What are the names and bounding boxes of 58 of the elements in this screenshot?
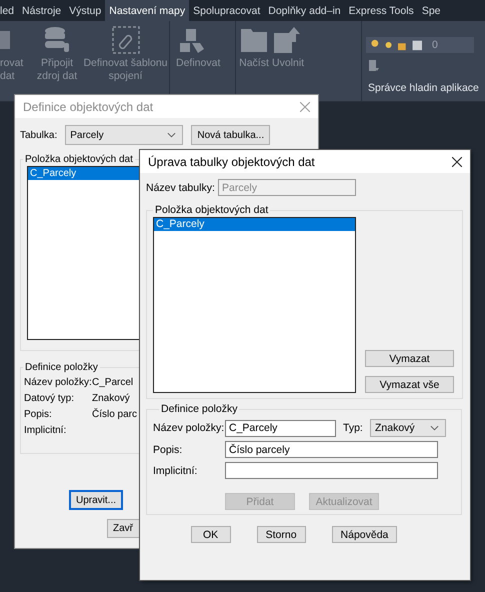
- field-label: Název položky:: [24, 377, 92, 388]
- dialog-title: Definice objektových dat: [23, 98, 154, 114]
- type-dropdown[interactable]: Znakový: [370, 419, 446, 437]
- ribbon-tab[interactable]: Nastavení mapy: [105, 0, 190, 21]
- ribbon-button-label: rovat: [0, 57, 24, 70]
- group-title: Definice položky: [24, 362, 99, 373]
- panel-title: Správce hladin aplikace: [368, 82, 480, 94]
- field-label: Název položky:: [153, 422, 225, 434]
- dialog-title: Úprava tabulky objektových dat: [148, 154, 315, 170]
- ribbon-button-label: zdroj dat: [36, 70, 78, 83]
- field-label: Tabulka:: [20, 130, 58, 140]
- field-value: Číslo parc: [92, 409, 138, 420]
- delete-button[interactable]: Vymazat: [365, 350, 454, 367]
- item-name-field[interactable]: C_Parcely: [225, 420, 336, 436]
- field-label: Datový typ:: [24, 393, 74, 404]
- ribbon-button-label: dat: [0, 70, 15, 83]
- new-table-button[interactable]: Nová tabulka...: [191, 125, 270, 145]
- item-list[interactable]: C_Parcely: [153, 217, 356, 393]
- edit-button[interactable]: Upravit...: [69, 490, 123, 510]
- ribbon-tab[interactable]: Doplňky add–in: [264, 0, 345, 21]
- list-item[interactable]: C_Parcely: [154, 218, 355, 231]
- dialog-button[interactable]: Storno: [256, 526, 306, 543]
- delete-all-button[interactable]: Vymazat vše: [365, 376, 454, 393]
- field-value: C_Parcel: [92, 377, 134, 388]
- default-value-field[interactable]: [225, 462, 438, 479]
- layer-tool-icon[interactable]: [368, 59, 380, 73]
- ribbon-tab[interactable]: Spe: [418, 0, 444, 21]
- table-dropdown[interactable]: Parcely: [65, 125, 184, 145]
- ribbon-tab[interactable]: Spolupracovat: [189, 0, 264, 21]
- ribbon-tab[interactable]: Výstup: [65, 0, 106, 21]
- field-value: Znakový: [92, 393, 130, 404]
- close-icon[interactable]: [452, 156, 462, 166]
- ribbon-button-label: Připojit: [40, 57, 74, 70]
- dialog-button[interactable]: Nápověda: [332, 526, 398, 543]
- ribbon-button-label: Definovat šablonu: [83, 57, 168, 70]
- group-title: Definice položky: [160, 403, 238, 415]
- ribbon-button-label: Definovat: [176, 57, 220, 70]
- field-label: Název tabulky:: [146, 182, 216, 194]
- ribbon-tab[interactable]: led: [0, 0, 18, 21]
- field-label: Popis:: [153, 444, 184, 456]
- ribbon-button-label: spojení: [108, 70, 142, 83]
- group-title: Položka objektových dat: [24, 154, 134, 165]
- description-field[interactable]: Číslo parcely: [225, 441, 438, 458]
- field-label: Implicitní:: [24, 425, 66, 436]
- ribbon-tab[interactable]: Express Tools: [344, 0, 418, 21]
- caret-icon: [430, 425, 439, 431]
- document-icon: [0, 31, 10, 49]
- field-label: Typ:: [343, 422, 364, 434]
- chain-link-icon: [110, 25, 140, 55]
- caret-icon: [167, 132, 176, 138]
- dialog-button[interactable]: OK: [190, 526, 231, 543]
- ribbon-button-label: Uvolnit: [272, 57, 304, 70]
- ribbon-button-label: Načíst: [239, 57, 269, 70]
- field-label: Implicitní:: [153, 464, 198, 476]
- group-title: Položka objektových dat: [154, 204, 270, 216]
- field-label: Popis:: [24, 409, 52, 420]
- ribbon-tab[interactable]: Nástroje: [18, 0, 66, 21]
- database-icon: [42, 25, 72, 55]
